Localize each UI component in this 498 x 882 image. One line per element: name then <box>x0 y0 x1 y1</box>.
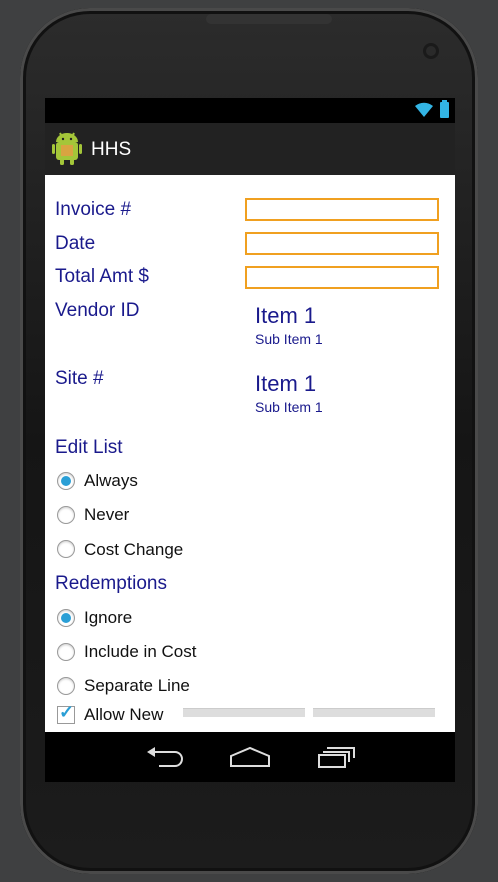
site-subitem: Sub Item 1 <box>255 399 323 415</box>
action-button-2[interactable] <box>313 708 435 717</box>
battery-icon <box>440 100 449 118</box>
invoice-input[interactable] <box>245 198 439 221</box>
edit-list-heading: Edit List <box>55 437 123 458</box>
app-title: HHS <box>91 139 132 160</box>
checkmark-icon: ✓ <box>59 702 75 722</box>
recents-icon[interactable] <box>317 746 357 768</box>
home-icon[interactable] <box>229 746 271 768</box>
action-bar: HHS <box>45 123 455 175</box>
radio-ignore[interactable] <box>57 609 75 627</box>
back-icon[interactable] <box>145 746 185 768</box>
radio-separate-line[interactable] <box>57 677 75 695</box>
radio-ignore-label[interactable]: Ignore <box>84 608 132 628</box>
status-bar <box>45 98 455 123</box>
device-screen: HHS Invoice # Date Total Amt $ Vendor ID… <box>45 98 455 782</box>
radio-never-label[interactable]: Never <box>84 505 129 525</box>
date-input[interactable] <box>245 232 439 255</box>
total-amount-label: Total Amt $ <box>55 266 149 287</box>
radio-include-in-cost-label[interactable]: Include in Cost <box>84 642 196 662</box>
vendor-id-label: Vendor ID <box>55 300 140 321</box>
speaker-grille <box>206 14 332 24</box>
radio-always-label[interactable]: Always <box>84 471 138 491</box>
radio-always[interactable] <box>57 472 75 490</box>
radio-cost-change[interactable] <box>57 540 75 558</box>
wifi-icon <box>415 102 433 117</box>
allow-new-label[interactable]: Allow New <box>84 705 163 725</box>
front-camera <box>423 43 439 59</box>
form-content[interactable]: Invoice # Date Total Amt $ Vendor ID Ite… <box>45 175 455 732</box>
vendor-item: Item 1 <box>255 303 317 328</box>
date-label: Date <box>55 233 96 254</box>
site-label: Site # <box>55 368 104 389</box>
radio-include-in-cost[interactable] <box>57 643 75 661</box>
radio-cost-change-label[interactable]: Cost Change <box>84 540 183 560</box>
navigation-bar <box>45 732 455 782</box>
vendor-subitem: Sub Item 1 <box>255 331 323 347</box>
invoice-label: Invoice # <box>55 199 132 220</box>
radio-never[interactable] <box>57 506 75 524</box>
android-icon <box>52 132 82 165</box>
allow-new-checkbox[interactable]: ✓ <box>57 702 75 724</box>
radio-separate-line-label[interactable]: Separate Line <box>84 676 190 696</box>
total-amount-input[interactable] <box>245 266 439 289</box>
site-item: Item 1 <box>255 371 317 396</box>
redemptions-heading: Redemptions <box>55 573 167 594</box>
action-button-1[interactable] <box>183 708 305 717</box>
